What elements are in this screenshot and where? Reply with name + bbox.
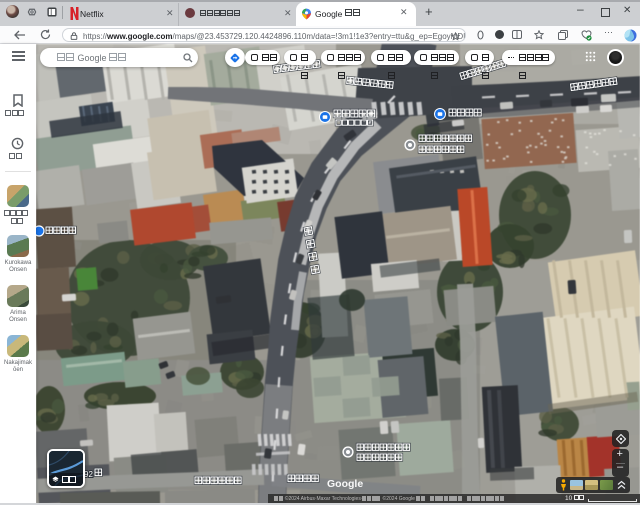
svg-text:92: 92 (84, 470, 93, 479)
svg-text:Google: Google (327, 478, 363, 490)
